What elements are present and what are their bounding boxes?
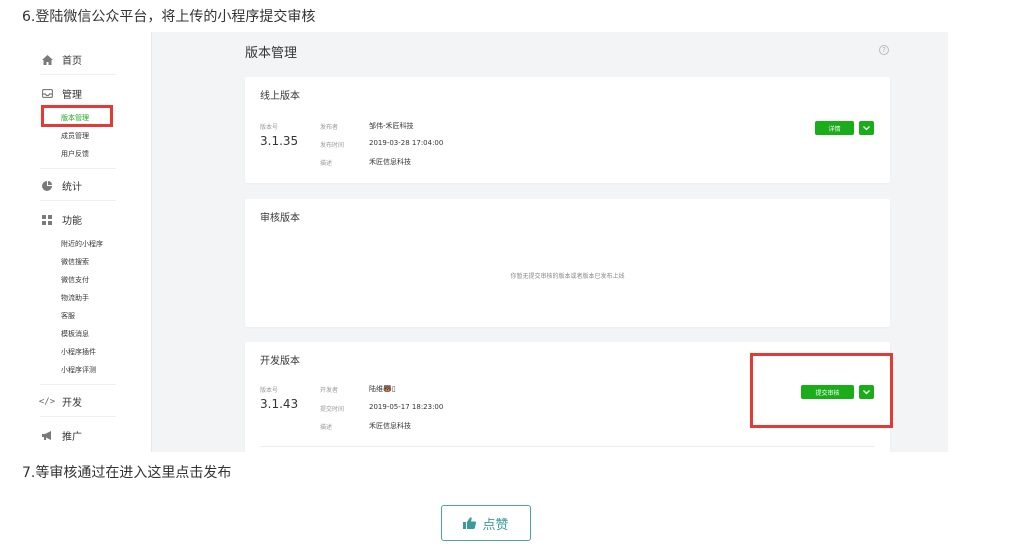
highlight-box-submit-review	[750, 353, 893, 428]
publisher-label: 发布者	[320, 124, 339, 131]
step-7-heading: 7.等审核通过在进入这里点击发布	[22, 465, 232, 481]
divider	[40, 74, 116, 75]
chevron-down-icon[interactable]	[859, 121, 874, 135]
online-version-card: 线上版本 版本号 3.1.35 发布者 邹伟-禾匠科技 发布时间 2019-03…	[245, 77, 890, 183]
card-title: 线上版本	[260, 91, 300, 102]
sidebar-item-label: 推广	[62, 432, 82, 443]
description-value: 禾匠信息科技	[369, 158, 411, 166]
card-title: 开发版本	[260, 356, 300, 367]
sidebar-item-search[interactable]: 微信搜索	[61, 257, 89, 267]
like-button[interactable]: 点赞	[441, 505, 531, 541]
help-icon[interactable]: ?	[879, 45, 889, 55]
divider	[40, 200, 116, 201]
sidebar-item-template-message[interactable]: 模板消息	[61, 329, 89, 339]
home-icon	[40, 54, 54, 66]
divider	[40, 416, 116, 417]
card-title: 审核版本	[260, 213, 300, 224]
review-version-card: 审核版本 你暂无提交审核的版本或者版本已发布上线	[245, 199, 890, 327]
sidebar-item-feedback[interactable]: 用户反馈	[61, 149, 89, 159]
sidebar-item-manage[interactable]: 管理	[40, 86, 82, 101]
empty-state-text: 你暂无提交审核的版本或者版本已发布上线	[510, 273, 625, 280]
sidebar-item-logistics[interactable]: 物流助手	[61, 293, 89, 303]
sidebar: 首页 管理 版本管理 成员管理 用户反馈 统计 功能 附近的小程序 微信搜索 微…	[24, 32, 152, 452]
description-value: 禾匠信息科技	[369, 422, 411, 430]
version-label: 版本号	[260, 124, 279, 131]
description-label: 描述	[320, 424, 333, 431]
sidebar-item-dev[interactable]: </> 开发	[38, 394, 82, 410]
submit-time-label: 提交时间	[320, 406, 345, 413]
developer-value: 陆维🐻▯	[369, 385, 396, 393]
sidebar-item-label: 首页	[62, 56, 82, 67]
sidebar-item-label: 管理	[62, 90, 82, 101]
publisher-value: 邹伟-禾匠科技	[369, 122, 414, 130]
sidebar-item-label: 统计	[62, 182, 82, 193]
sidebar-item-label: 功能	[62, 216, 82, 227]
description-label: 描述	[320, 160, 333, 167]
step-6-heading: 6.登陆微信公众平台，将上传的小程序提交审核	[22, 9, 316, 25]
sidebar-item-label: 开发	[62, 398, 82, 409]
inbox-icon	[40, 88, 54, 100]
highlight-box-version-management	[41, 105, 113, 127]
megaphone-icon	[40, 430, 54, 442]
code-icon: </>	[38, 396, 56, 407]
developer-label: 开发者	[320, 387, 339, 394]
submit-time-value: 2019-05-17 18:23:00	[369, 403, 444, 411]
version-number: 3.1.43	[260, 397, 299, 411]
thumbs-up-icon	[463, 517, 477, 529]
sidebar-item-features[interactable]: 功能	[40, 212, 82, 227]
version-label: 版本号	[260, 387, 279, 394]
sidebar-item-home[interactable]: 首页	[40, 52, 82, 67]
detail-button[interactable]: 详情	[815, 121, 854, 135]
publish-time-label: 发布时间	[320, 142, 345, 149]
sidebar-item-members[interactable]: 成员管理	[61, 131, 89, 141]
page-title: 版本管理	[245, 46, 298, 61]
divider	[40, 168, 116, 169]
version-number: 3.1.35	[260, 134, 299, 148]
divider	[260, 446, 875, 447]
grid-icon	[40, 214, 54, 226]
like-label: 点赞	[482, 517, 509, 533]
sidebar-item-evaluation[interactable]: 小程序评测	[61, 365, 96, 375]
divider	[40, 384, 116, 385]
publish-time-value: 2019-03-28 17:04:00	[369, 139, 444, 147]
sidebar-item-nearby[interactable]: 附近的小程序	[61, 239, 103, 249]
sidebar-item-stats[interactable]: 统计	[40, 178, 82, 193]
sidebar-item-plugins[interactable]: 小程序插件	[61, 347, 96, 357]
sidebar-item-promote[interactable]: 推广	[40, 428, 82, 443]
pie-chart-icon	[40, 180, 54, 192]
sidebar-item-pay[interactable]: 微信支付	[61, 275, 89, 285]
sidebar-item-customer-service[interactable]: 客服	[61, 311, 75, 321]
